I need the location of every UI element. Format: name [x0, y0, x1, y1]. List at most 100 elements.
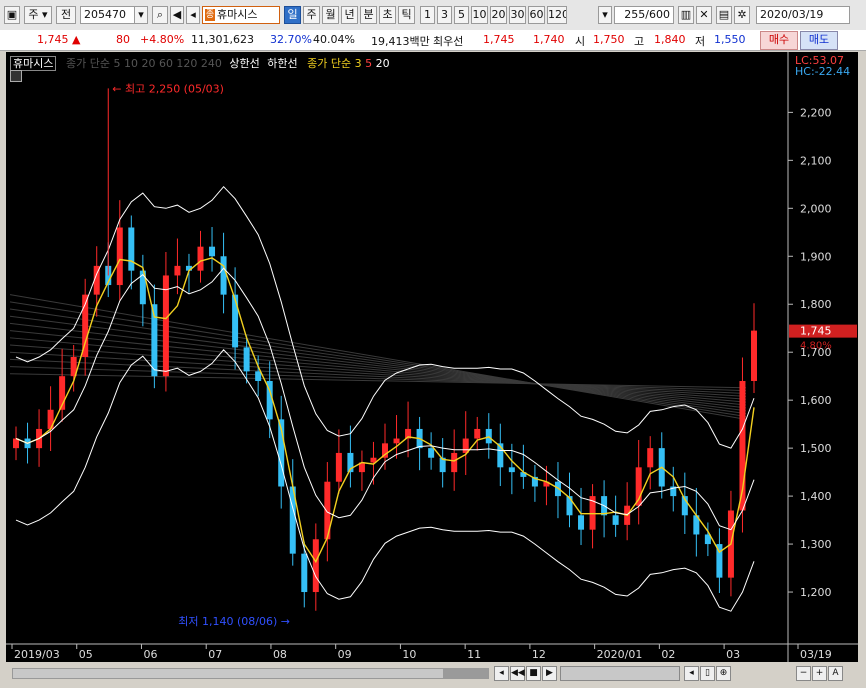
minus-icon[interactable]: −: [796, 666, 811, 681]
stop-icon[interactable]: ■: [526, 666, 541, 681]
chart-scrollbar[interactable]: [12, 668, 489, 679]
candle-body: [197, 246, 204, 271]
candle-body: [508, 467, 515, 473]
plus-icon[interactable]: +: [812, 666, 827, 681]
legend-ma2-a: 5: [365, 57, 373, 70]
candle-body: [301, 553, 308, 593]
candle-body: [128, 227, 135, 271]
count-field[interactable]: 255/600: [614, 6, 674, 24]
search-icon[interactable]: ⌕: [152, 6, 168, 24]
zoom-icon[interactable]: ⊕: [716, 666, 731, 681]
toolbar: ▣ 주 ▾ 전 205470 ▾ ⌕ ◀ ◂ 종 휴마시스 일주월년분초틱 135…: [0, 0, 866, 31]
low-value: 1,550: [714, 33, 746, 46]
price-chart[interactable]: 2,200 2,100 2,000 1,900 1,800 1,700 1,600 1,500…: [6, 52, 858, 662]
period-number-7[interactable]: 120: [547, 6, 567, 24]
x-tick-label: 03: [726, 648, 740, 661]
code-dropdown-icon[interactable]: ▾: [134, 6, 148, 24]
prev-stock-icon[interactable]: ◂: [186, 6, 200, 24]
candle-body: [174, 265, 181, 276]
legend-limit-up: 상한선: [229, 57, 260, 70]
period-number-0[interactable]: 1: [420, 6, 435, 24]
price-value: 1,745: [37, 33, 69, 46]
sell-button[interactable]: 매도: [800, 31, 838, 50]
bid-price: 1,740: [533, 33, 565, 46]
period-type-label: 주: [28, 8, 39, 21]
count-total: /600: [645, 8, 670, 21]
x-tick-label: 12: [532, 648, 546, 661]
play-icon[interactable]: ▶: [542, 666, 557, 681]
settings-gear-icon[interactable]: ✲: [734, 6, 750, 24]
period-number-2[interactable]: 5: [454, 6, 469, 24]
zoom-out-icon[interactable]: ◂: [684, 666, 699, 681]
candle-type-icon[interactable]: ▥: [678, 6, 694, 24]
y-tick-label: 1,800: [800, 298, 832, 311]
scroll-thumb[interactable]: [443, 669, 488, 678]
y-tick-label: 1,200: [800, 586, 832, 599]
speaker-icon[interactable]: ◀: [170, 6, 184, 24]
period-type-select[interactable]: 주 ▾: [24, 6, 52, 24]
candle-body: [474, 428, 481, 439]
x-tick-label: 07: [208, 648, 222, 661]
ma-fan-line: [9, 358, 747, 394]
candle-body: [647, 448, 654, 468]
stock-name-field[interactable]: 종 휴마시스: [202, 6, 280, 24]
quote-bar: 1,745 ▲ 80 +4.80% 11,301,623 32.70% 40.0…: [0, 30, 866, 51]
scroll-left-icon[interactable]: ◂: [494, 666, 509, 681]
period-number-6[interactable]: 60: [528, 6, 545, 24]
period-number-5[interactable]: 30: [509, 6, 526, 24]
grid-icon[interactable]: [10, 70, 22, 82]
ask-price: 1,745: [483, 33, 515, 46]
interval-button-3[interactable]: 년: [341, 6, 358, 24]
interval-button-5[interactable]: 초: [379, 6, 396, 24]
ma-fan-line: [9, 315, 747, 412]
stock-name-label: 휴마시스: [217, 8, 258, 21]
auto-icon[interactable]: A: [828, 666, 843, 681]
interval-button-0[interactable]: 일: [284, 6, 301, 24]
candle-body: [393, 438, 400, 444]
period-number-4[interactable]: 20: [490, 6, 507, 24]
y-tick-label: 1,600: [800, 394, 832, 407]
indicator-icon[interactable]: ✕: [696, 6, 712, 24]
candle-body: [428, 448, 435, 458]
y-tick-label: 2,200: [800, 106, 832, 119]
count-value: 255: [624, 8, 646, 21]
candle-body: [162, 275, 169, 377]
rewind-icon[interactable]: ◀◀: [510, 666, 525, 681]
candle-body: [209, 246, 216, 257]
buy-button[interactable]: 매수: [760, 31, 798, 50]
period-number-1[interactable]: 3: [437, 6, 452, 24]
y-tick-label: 1,300: [800, 538, 832, 551]
legend-ma2-b: 20: [375, 57, 390, 70]
x-tick-label: 09: [338, 648, 352, 661]
speed-track[interactable]: [560, 666, 680, 681]
legend-stock-name[interactable]: 휴마시스: [10, 56, 57, 71]
best-label: 최우선: [433, 35, 464, 48]
turnover: 40.04%: [313, 33, 355, 46]
interval-button-2[interactable]: 월: [322, 6, 339, 24]
stock-badge: 종: [205, 9, 215, 21]
interval-button-6[interactable]: 틱: [398, 6, 415, 24]
bollinger-upper: [15, 185, 755, 449]
candle-body: [220, 256, 227, 295]
save-icon[interactable]: ▤: [716, 6, 732, 24]
ma-fan-line: [9, 322, 747, 409]
volume-ratio: 32.70%: [270, 33, 312, 46]
candle-body: [335, 452, 342, 482]
market-select[interactable]: 전: [56, 6, 76, 24]
x-tick-label: 05: [79, 648, 93, 661]
count-dropdown-icon[interactable]: ▾: [598, 6, 612, 24]
open-label: 시: [575, 35, 586, 48]
interval-button-1[interactable]: 주: [303, 6, 320, 24]
period-number-3[interactable]: 10: [471, 6, 488, 24]
change-pct: +4.80%: [140, 33, 185, 46]
candle-body: [255, 371, 262, 381]
y-tick-label: 2,000: [800, 202, 832, 215]
chart-settings-icon[interactable]: ▣: [4, 6, 20, 24]
ma-fan-line: [9, 373, 747, 389]
fit-icon[interactable]: ▯: [700, 666, 715, 681]
x-tick-label: 10: [402, 648, 416, 661]
volume-value: 11,301,623: [191, 33, 254, 46]
low-annotation: 최저 1,140 (08/06) →: [178, 615, 290, 628]
interval-button-4[interactable]: 분: [360, 6, 377, 24]
date-field[interactable]: 2020/03/19: [756, 6, 850, 24]
